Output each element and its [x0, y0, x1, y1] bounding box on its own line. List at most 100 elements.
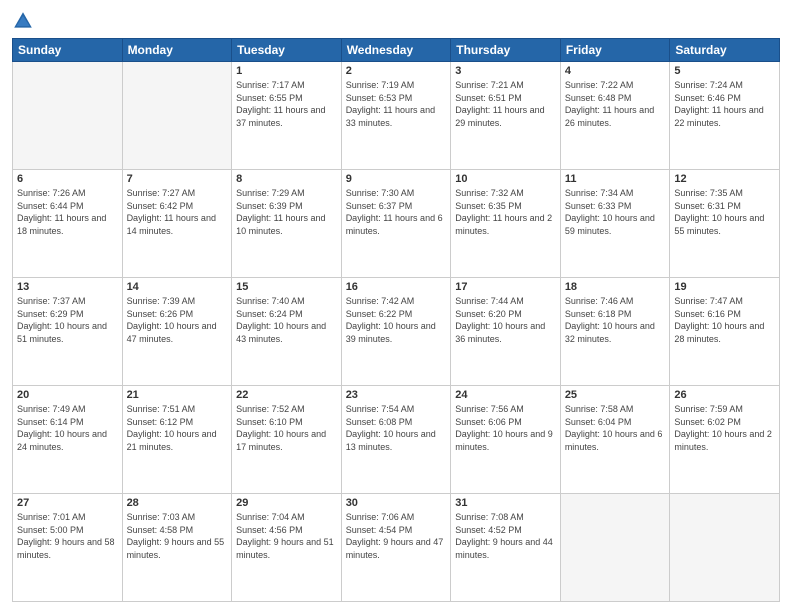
day-info: Sunrise: 7:39 AM Sunset: 6:26 PM Dayligh… — [127, 295, 228, 345]
day-number: 17 — [455, 281, 556, 293]
day-number: 6 — [17, 173, 118, 185]
calendar-cell: 10Sunrise: 7:32 AM Sunset: 6:35 PM Dayli… — [451, 170, 561, 278]
calendar-week-4: 20 Sunrise: 7:49 AM Sunset: 6:14 PM Dayli… — [13, 386, 780, 494]
calendar-cell: 17 Sunrise: 7:44 AM Sunset: 6:20 PM Dayli… — [451, 278, 561, 386]
calendar-cell: 9 Sunrise: 7:30 AM Sunset: 6:37 PM Daylig… — [341, 170, 451, 278]
weekday-header-monday: Monday — [122, 39, 232, 62]
day-number: 14 — [127, 281, 228, 293]
calendar-cell: 25 Sunrise: 7:58 AM Sunset: 6:04 PM Dayli… — [560, 386, 670, 494]
page: SundayMondayTuesdayWednesdayThursdayFrid… — [0, 0, 792, 612]
calendar-cell: 31 Sunrise: 7:08 AM Sunset: 4:52 PM Dayli… — [451, 494, 561, 602]
day-info: Sunrise: 7:40 AM Sunset: 6:24 PM Dayligh… — [236, 295, 337, 345]
calendar-cell: 11 Sunrise: 7:34 AM Sunset: 6:33 PM Dayli… — [560, 170, 670, 278]
calendar-cell: 18 Sunrise: 7:46 AM Sunset: 6:18 PM Dayli… — [560, 278, 670, 386]
day-info: Sunrise: 7:03 AM Sunset: 4:58 PM Dayligh… — [127, 511, 228, 561]
calendar-cell: 12Sunrise: 7:35 AM Sunset: 6:31 PM Dayli… — [670, 170, 780, 278]
day-number: 28 — [127, 497, 228, 509]
day-number: 15 — [236, 281, 337, 293]
day-number: 25 — [565, 389, 666, 401]
day-info: Sunrise: 7:27 AM Sunset: 6:42 PM Dayligh… — [127, 187, 228, 237]
calendar-week-2: 6Sunrise: 7:26 AM Sunset: 6:44 PM Daylig… — [13, 170, 780, 278]
calendar-cell: 16Sunrise: 7:42 AM Sunset: 6:22 PM Dayli… — [341, 278, 451, 386]
calendar-cell — [560, 494, 670, 602]
weekday-header-wednesday: Wednesday — [341, 39, 451, 62]
calendar-cell: 8 Sunrise: 7:29 AM Sunset: 6:39 PM Daylig… — [232, 170, 342, 278]
day-info: Sunrise: 7:58 AM Sunset: 6:04 PM Dayligh… — [565, 403, 666, 453]
calendar-cell: 27 Sunrise: 7:01 AM Sunset: 5:00 PM Dayli… — [13, 494, 123, 602]
day-info: Sunrise: 7:47 AM Sunset: 6:16 PM Dayligh… — [674, 295, 775, 345]
weekday-header-friday: Friday — [560, 39, 670, 62]
day-number: 22 — [236, 389, 337, 401]
calendar-cell: 19 Sunrise: 7:47 AM Sunset: 6:16 PM Dayli… — [670, 278, 780, 386]
calendar-cell: 3 Sunrise: 7:21 AM Sunset: 6:51 PM Daylig… — [451, 62, 561, 170]
day-info: Sunrise: 7:32 AM Sunset: 6:35 PM Dayligh… — [455, 187, 556, 237]
day-number: 24 — [455, 389, 556, 401]
calendar-cell: 20 Sunrise: 7:49 AM Sunset: 6:14 PM Dayli… — [13, 386, 123, 494]
calendar-cell: 6Sunrise: 7:26 AM Sunset: 6:44 PM Daylig… — [13, 170, 123, 278]
calendar-cell — [670, 494, 780, 602]
day-info: Sunrise: 7:01 AM Sunset: 5:00 PM Dayligh… — [17, 511, 118, 561]
day-info: Sunrise: 7:21 AM Sunset: 6:51 PM Dayligh… — [455, 79, 556, 129]
calendar-week-1: 1 Sunrise: 7:17 AM Sunset: 6:55 PM Daylig… — [13, 62, 780, 170]
day-number: 3 — [455, 65, 556, 77]
day-number: 31 — [455, 497, 556, 509]
day-number: 12 — [674, 173, 775, 185]
calendar-cell: 21 Sunrise: 7:51 AM Sunset: 6:12 PM Dayli… — [122, 386, 232, 494]
day-info: Sunrise: 7:49 AM Sunset: 6:14 PM Dayligh… — [17, 403, 118, 453]
calendar-cell: 22 Sunrise: 7:52 AM Sunset: 6:10 PM Dayli… — [232, 386, 342, 494]
calendar-cell: 23Sunrise: 7:54 AM Sunset: 6:08 PM Dayli… — [341, 386, 451, 494]
header — [12, 10, 780, 32]
calendar-cell: 4Sunrise: 7:22 AM Sunset: 6:48 PM Daylig… — [560, 62, 670, 170]
calendar-cell: 7 Sunrise: 7:27 AM Sunset: 6:42 PM Daylig… — [122, 170, 232, 278]
calendar-cell: 24 Sunrise: 7:56 AM Sunset: 6:06 PM Dayli… — [451, 386, 561, 494]
day-number: 13 — [17, 281, 118, 293]
calendar-cell: 13 Sunrise: 7:37 AM Sunset: 6:29 PM Dayli… — [13, 278, 123, 386]
day-info: Sunrise: 7:22 AM Sunset: 6:48 PM Dayligh… — [565, 79, 666, 129]
logo — [12, 10, 38, 32]
day-info: Sunrise: 7:29 AM Sunset: 6:39 PM Dayligh… — [236, 187, 337, 237]
calendar-cell — [13, 62, 123, 170]
calendar-cell — [122, 62, 232, 170]
day-number: 19 — [674, 281, 775, 293]
day-number: 5 — [674, 65, 775, 77]
weekday-header-row: SundayMondayTuesdayWednesdayThursdayFrid… — [13, 39, 780, 62]
calendar-cell: 15 Sunrise: 7:40 AM Sunset: 6:24 PM Dayli… — [232, 278, 342, 386]
weekday-header-sunday: Sunday — [13, 39, 123, 62]
day-info: Sunrise: 7:44 AM Sunset: 6:20 PM Dayligh… — [455, 295, 556, 345]
day-info: Sunrise: 7:51 AM Sunset: 6:12 PM Dayligh… — [127, 403, 228, 453]
day-number: 8 — [236, 173, 337, 185]
day-number: 27 — [17, 497, 118, 509]
day-info: Sunrise: 7:06 AM Sunset: 4:54 PM Dayligh… — [346, 511, 447, 561]
day-info: Sunrise: 7:19 AM Sunset: 6:53 PM Dayligh… — [346, 79, 447, 129]
day-info: Sunrise: 7:08 AM Sunset: 4:52 PM Dayligh… — [455, 511, 556, 561]
calendar-cell: 14 Sunrise: 7:39 AM Sunset: 6:26 PM Dayli… — [122, 278, 232, 386]
calendar-week-3: 13 Sunrise: 7:37 AM Sunset: 6:29 PM Dayli… — [13, 278, 780, 386]
day-number: 9 — [346, 173, 447, 185]
day-info: Sunrise: 7:42 AM Sunset: 6:22 PM Dayligh… — [346, 295, 447, 345]
day-info: Sunrise: 7:30 AM Sunset: 6:37 PM Dayligh… — [346, 187, 447, 237]
logo-icon — [12, 10, 34, 32]
day-info: Sunrise: 7:46 AM Sunset: 6:18 PM Dayligh… — [565, 295, 666, 345]
weekday-header-thursday: Thursday — [451, 39, 561, 62]
calendar-week-5: 27 Sunrise: 7:01 AM Sunset: 5:00 PM Dayli… — [13, 494, 780, 602]
day-number: 2 — [346, 65, 447, 77]
calendar-cell: 1 Sunrise: 7:17 AM Sunset: 6:55 PM Daylig… — [232, 62, 342, 170]
day-number: 29 — [236, 497, 337, 509]
day-info: Sunrise: 7:56 AM Sunset: 6:06 PM Dayligh… — [455, 403, 556, 453]
day-number: 11 — [565, 173, 666, 185]
day-info: Sunrise: 7:52 AM Sunset: 6:10 PM Dayligh… — [236, 403, 337, 453]
day-number: 1 — [236, 65, 337, 77]
day-number: 7 — [127, 173, 228, 185]
day-number: 23 — [346, 389, 447, 401]
calendar-cell: 5Sunrise: 7:24 AM Sunset: 6:46 PM Daylig… — [670, 62, 780, 170]
day-number: 18 — [565, 281, 666, 293]
weekday-header-saturday: Saturday — [670, 39, 780, 62]
day-info: Sunrise: 7:34 AM Sunset: 6:33 PM Dayligh… — [565, 187, 666, 237]
day-info: Sunrise: 7:37 AM Sunset: 6:29 PM Dayligh… — [17, 295, 118, 345]
day-info: Sunrise: 7:17 AM Sunset: 6:55 PM Dayligh… — [236, 79, 337, 129]
day-number: 21 — [127, 389, 228, 401]
calendar-cell: 28 Sunrise: 7:03 AM Sunset: 4:58 PM Dayli… — [122, 494, 232, 602]
calendar-cell: 30Sunrise: 7:06 AM Sunset: 4:54 PM Dayli… — [341, 494, 451, 602]
calendar-table: SundayMondayTuesdayWednesdayThursdayFrid… — [12, 38, 780, 602]
day-number: 20 — [17, 389, 118, 401]
